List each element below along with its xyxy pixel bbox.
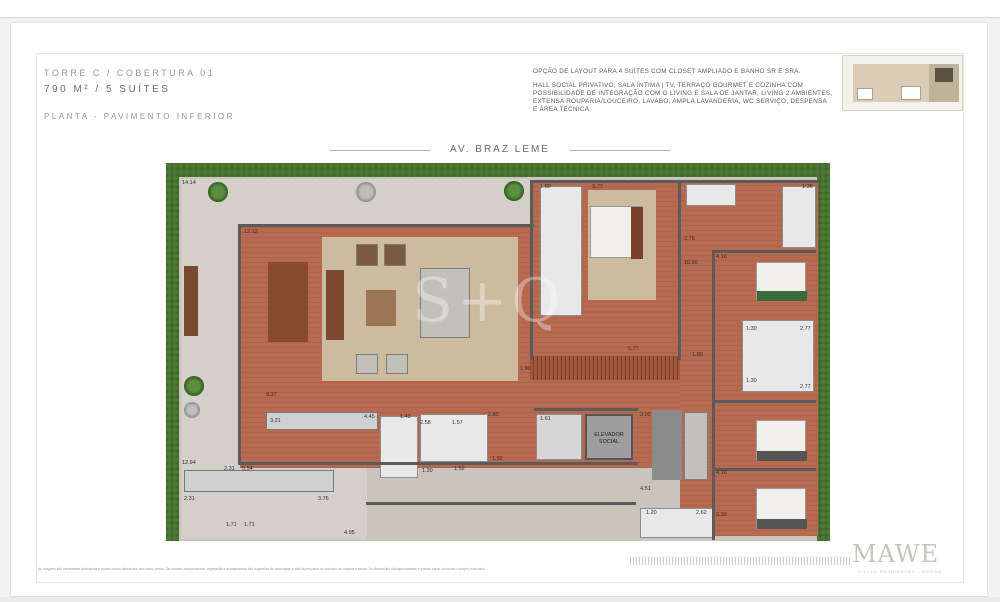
wall (712, 468, 816, 471)
brand-logo: MAWE (852, 540, 940, 568)
sideboard (326, 270, 344, 340)
armchair-1 (356, 354, 378, 374)
dining-table (268, 262, 308, 342)
dimension-label: 4.16 (716, 254, 727, 260)
dimension-label: 2.58 (420, 420, 431, 426)
corridor-sofa (684, 412, 708, 480)
wall (678, 180, 681, 360)
dimension-label: 2.39 (716, 512, 727, 518)
plant-icon (504, 181, 524, 201)
dimension-label: 1.30 (746, 326, 757, 332)
master-bed (590, 206, 643, 259)
dimension-label: 12.12 (244, 229, 258, 235)
dimension-label: 1.00 (692, 352, 703, 358)
top-bar (0, 0, 1000, 18)
kitchen-counter (266, 412, 378, 430)
dimension-label: 1.30 (746, 378, 757, 384)
description-line-1: OPÇÃO DE LAYOUT PARA 4 SUÍTES COM CLOSET… (533, 68, 801, 75)
street-label: AV. BRAZ LEME (330, 144, 670, 156)
brand-subtitle: VILLAS RESIDENCES · MOEMA (858, 569, 943, 574)
gourmet-counter (184, 470, 334, 492)
suite-bed-3 (756, 488, 807, 529)
wall (534, 408, 638, 411)
dimension-label: 5.77 (628, 346, 639, 352)
dimension-label: 12.94 (182, 460, 196, 466)
dimension-label: 2.80 (488, 412, 499, 418)
description-line-2: HALL SOCIAL PRIVATIVO, SALA ÍNTIMA | TV,… (533, 82, 833, 113)
wall (712, 250, 715, 540)
dimension-label: 1.71 (244, 522, 255, 528)
dimension-label: 1.20 (646, 510, 657, 516)
suite-bed-2 (756, 420, 807, 461)
key-plan (842, 55, 963, 111)
dimension-label: 1.71 (226, 522, 237, 528)
dimension-label: 3.76 (318, 496, 329, 502)
plant-icon (184, 376, 204, 396)
closet-1 (686, 184, 736, 206)
wall (530, 180, 820, 183)
dimension-label: 2.31 (184, 496, 195, 502)
bottom-bar (0, 597, 1000, 602)
dimension-label: 1.90 (520, 366, 531, 372)
dimension-label: 3.77 (592, 184, 603, 190)
dimension-label: 2.77 (800, 326, 811, 332)
unit-size: 790 M² / 5 SUÍTES (44, 84, 171, 95)
planter-icon (184, 402, 200, 418)
watermark: S+Q (412, 266, 565, 336)
dimension-label: 2.31 (224, 466, 235, 472)
dimension-label: 1.43 (400, 414, 411, 420)
dimension-label: 1.52 (454, 466, 465, 472)
terrace-bench (184, 266, 198, 336)
decorative-bars (630, 557, 850, 565)
dimension-label: 10.86 (684, 260, 698, 266)
dimension-label: 1.61 (540, 416, 551, 422)
wall (712, 250, 816, 253)
dimension-label: 4.45 (364, 414, 375, 420)
dimension-label: 1.57 (452, 420, 463, 426)
dimension-label: 1.92 (492, 456, 503, 462)
armchair-3 (356, 244, 378, 266)
wall (238, 462, 638, 465)
dimension-label: 4.95 (344, 530, 355, 536)
dimension-label: 3.00 (640, 412, 651, 418)
plant-icon (208, 182, 228, 202)
wall (366, 502, 636, 505)
staircase (530, 356, 680, 380)
floor-label: PLANTA - PAVIMENTO INFERIOR (44, 112, 235, 121)
dimension-label: 4.51 (640, 486, 651, 492)
dimension-label: 4.16 (716, 470, 727, 476)
dimension-label: 2.62 (696, 510, 707, 516)
planter-icon (356, 182, 376, 202)
wall (238, 224, 241, 464)
wall (238, 224, 534, 227)
dimension-label: 2.77 (800, 384, 811, 390)
dimension-label: 1.20 (422, 468, 433, 474)
armchair-4 (384, 244, 406, 266)
suite-bath-1 (782, 186, 816, 248)
wall (712, 400, 816, 403)
service-bath (380, 416, 418, 478)
legal-disclaimer: As imagens são meramente ilustrativas e … (38, 567, 486, 571)
tower-title: TORRE C / COBERTURA 01 (44, 68, 216, 78)
dimension-label: 1.36 (802, 184, 813, 190)
elevator: ELEVADOR SOCIAL (585, 414, 633, 460)
dimension-label: 9.37 (266, 392, 277, 398)
coffee-table (366, 290, 396, 326)
suite-bed-1 (756, 262, 807, 301)
layout-description: OPÇÃO DE LAYOUT PARA 4 SUÍTES COM CLOSET… (533, 68, 833, 120)
street-name: AV. BRAZ LEME (450, 144, 550, 155)
corridor-rug (652, 410, 682, 480)
armchair-2 (386, 354, 408, 374)
dimension-label: 1.80 (540, 184, 551, 190)
dimension-label: 3.21 (270, 418, 281, 424)
dimension-label: 14.14 (182, 180, 196, 186)
dimension-label: 2.76 (684, 236, 695, 242)
dimension-label: 5.54 (242, 466, 253, 472)
